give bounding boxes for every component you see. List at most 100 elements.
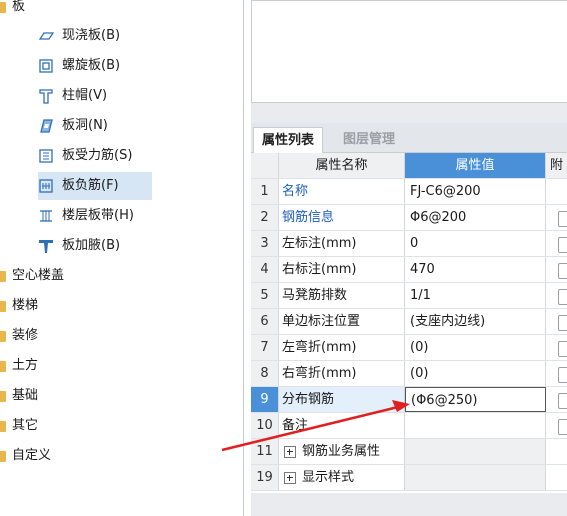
- tree-category-other[interactable]: 其它: [0, 412, 38, 440]
- tree-category-custom[interactable]: 自定义: [0, 442, 51, 470]
- property-value[interactable]: 0: [405, 231, 546, 256]
- tree-category-decoration[interactable]: 装修: [0, 322, 38, 350]
- folder-icon: [0, 450, 6, 462]
- property-group-label: 显示样式: [302, 470, 355, 485]
- tree-category-foundation[interactable]: 基础: [0, 382, 38, 410]
- attach-cell: [546, 205, 567, 230]
- tab-property-list[interactable]: 属性列表: [253, 127, 324, 153]
- attach-checkbox[interactable]: [558, 289, 567, 305]
- property-name: 备注: [279, 413, 405, 438]
- tree-category-label: 基础: [12, 388, 39, 403]
- property-value[interactable]: 1/1: [405, 283, 546, 308]
- table-row[interactable]: 4 右标注(mm) 470: [251, 257, 567, 283]
- table-row-group[interactable]: 19 显示样式: [251, 465, 567, 491]
- table-row[interactable]: 8 右弯折(mm) (0): [251, 361, 567, 387]
- attach-checkbox[interactable]: [558, 341, 567, 357]
- table-row-group[interactable]: 11 钢筋业务属性: [251, 439, 567, 465]
- tree-item-slab-main-rebar[interactable]: 板受力筋(S): [38, 142, 132, 170]
- header-property-value: 属性值: [405, 153, 546, 178]
- attach-checkbox[interactable]: [558, 315, 567, 331]
- tree-item-spiral-slab[interactable]: 螺旋板(B): [38, 52, 120, 80]
- tree-item-label: 楼层板带(H): [62, 208, 134, 223]
- tree-item-cast-slab[interactable]: 现浇板(B): [38, 22, 120, 50]
- tree-item-column-cap[interactable]: 柱帽(V): [38, 82, 107, 110]
- property-value-editor[interactable]: (Φ6@250): [405, 387, 546, 412]
- table-row[interactable]: 6 单边标注位置 (支座内边线): [251, 309, 567, 335]
- tree-item-slab-negative-rebar[interactable]: 板负筋(F): [38, 172, 152, 200]
- property-group: 钢筋业务属性: [279, 439, 405, 464]
- table-row[interactable]: 3 左标注(mm) 0: [251, 231, 567, 257]
- property-name: 钢筋信息: [279, 205, 405, 230]
- slab-hole-icon: [38, 118, 54, 134]
- property-value[interactable]: [405, 413, 546, 438]
- attach-checkbox[interactable]: [558, 419, 567, 435]
- property-value[interactable]: Φ6@200: [405, 205, 546, 230]
- table-row[interactable]: 2 钢筋信息 Φ6@200: [251, 205, 567, 231]
- tree-item-slab-haunch[interactable]: 板加腋(B): [38, 232, 120, 260]
- property-group-label: 钢筋业务属性: [302, 444, 381, 459]
- tree-item-label: 板洞(N): [62, 118, 108, 133]
- property-value[interactable]: (支座内边线): [405, 309, 546, 334]
- tree-category-hollow-floor[interactable]: 空心楼盖: [0, 262, 64, 290]
- property-value[interactable]: FJ-C6@200: [405, 179, 546, 204]
- table-row[interactable]: 10 备注: [251, 413, 567, 439]
- property-name: 右弯折(mm): [279, 361, 405, 386]
- property-value[interactable]: (0): [405, 335, 546, 360]
- attach-checkbox[interactable]: [558, 211, 567, 227]
- tree-category-label: 板: [12, 0, 26, 14]
- property-name: 马凳筋排数: [279, 283, 405, 308]
- folder-icon: [0, 420, 6, 432]
- slab-main-rebar-icon: [38, 148, 54, 164]
- table-row-selected[interactable]: 9 分布钢筋 (Φ6@250): [251, 387, 567, 413]
- attach-checkbox[interactable]: [558, 237, 567, 253]
- attach-cell: [546, 257, 567, 282]
- attach-checkbox[interactable]: [558, 263, 567, 279]
- row-number: 1: [251, 179, 279, 204]
- tab-layer-management[interactable]: 图层管理: [335, 127, 403, 152]
- attach-checkbox[interactable]: [558, 367, 567, 383]
- tree-item-slab-hole[interactable]: 板洞(N): [38, 112, 108, 140]
- tree-category-label: 土方: [12, 358, 39, 373]
- table-row[interactable]: 7 左弯折(mm) (0): [251, 335, 567, 361]
- header-property-name: 属性名称: [279, 153, 405, 178]
- attach-cell: [546, 231, 567, 256]
- tree-category-label: 其它: [12, 418, 39, 433]
- tree-category-label: 自定义: [12, 448, 52, 463]
- cast-slab-icon: [38, 28, 54, 44]
- property-panel: 属性列表 图层管理 属性名称 属性值 附 1 名称 FJ-C6@200 2 钢筋…: [251, 123, 567, 516]
- attach-cell: [546, 465, 567, 490]
- table-row[interactable]: 1 名称 FJ-C6@200: [251, 179, 567, 205]
- attach-cell: [546, 361, 567, 386]
- folder-icon: [0, 360, 6, 372]
- expand-plus-icon[interactable]: [284, 471, 296, 484]
- attach-cell: [546, 335, 567, 360]
- tree-item-floor-strip[interactable]: 楼层板带(H): [38, 202, 134, 230]
- slab-haunch-icon: [38, 238, 54, 254]
- tree-item-label: 螺旋板(B): [62, 58, 121, 73]
- property-value[interactable]: 470: [405, 257, 546, 282]
- tree-category-earthwork[interactable]: 土方: [0, 352, 38, 380]
- property-value[interactable]: (0): [405, 361, 546, 386]
- spiral-slab-icon: [38, 58, 54, 74]
- row-number: 19: [251, 465, 279, 490]
- folder-icon: [0, 300, 6, 312]
- tree-category-stairs[interactable]: 楼梯: [0, 292, 38, 320]
- column-cap-icon: [38, 88, 54, 104]
- table-row[interactable]: 5 马凳筋排数 1/1: [251, 283, 567, 309]
- row-number: 9: [251, 387, 279, 412]
- attach-cell: [546, 309, 567, 334]
- row-number: 11: [251, 439, 279, 464]
- attach-cell: [546, 439, 567, 464]
- property-name: 右标注(mm): [279, 257, 405, 282]
- expand-plus-icon[interactable]: [284, 445, 296, 458]
- tree-item-label: 板负筋(F): [62, 178, 119, 193]
- row-number: 3: [251, 231, 279, 256]
- folder-icon: [0, 1, 6, 13]
- pane-splitter[interactable]: [251, 103, 567, 123]
- attach-checkbox[interactable]: [558, 393, 567, 409]
- slab-negative-rebar-icon: [38, 178, 54, 194]
- folder-icon: [0, 330, 6, 342]
- component-list-pane: [251, 0, 567, 103]
- tree-category-slab[interactable]: 板: [0, 0, 25, 21]
- tree-item-label: 现浇板(B): [62, 28, 121, 43]
